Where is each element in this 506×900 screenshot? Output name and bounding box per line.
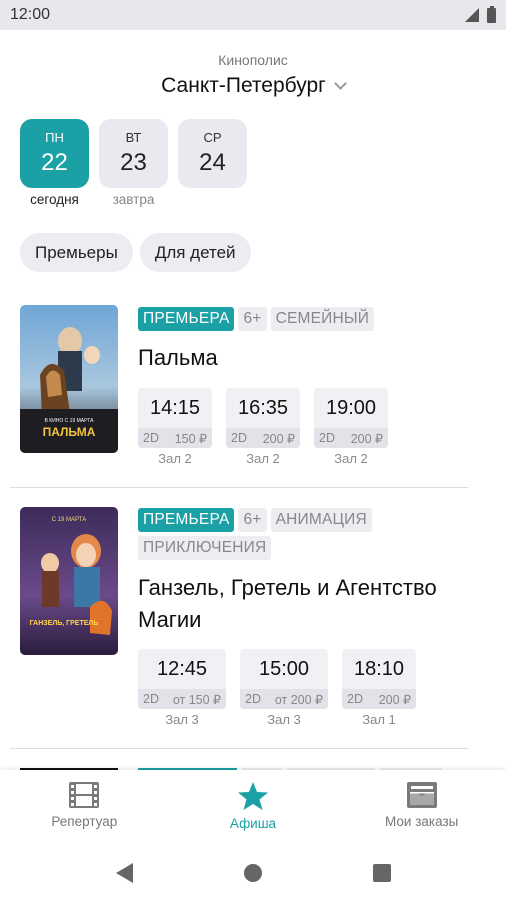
day-caption: завтра — [112, 192, 155, 207]
tag-premiere: ПРЕМЬЕРА — [138, 508, 235, 532]
session-format: 2D — [319, 431, 335, 445]
status-time: 12:00 — [10, 6, 51, 23]
day-weekday: ПН — [45, 130, 64, 145]
day-date: 24 — [199, 149, 226, 176]
nav-label: Афиша — [229, 816, 277, 831]
tag-age: 6+ — [238, 307, 267, 331]
recents-icon[interactable] — [372, 864, 391, 882]
status-bar: 12:00 — [0, 0, 506, 30]
movie-title: Ганзель, Гретель и Агентство Магии — [138, 575, 437, 632]
movie-poster[interactable]: В КИНО С 19 МАРТА ПАЛЬМА — [20, 305, 118, 453]
day-date: 22 — [41, 149, 68, 176]
divider — [10, 748, 468, 749]
poster-title-text: ПАЛЬМА — [43, 425, 96, 439]
session-hall: Зал 2 — [246, 451, 280, 466]
cinema-chain-name: Кинополис — [218, 52, 288, 68]
tag-genre: АНИМАЦИЯ — [270, 508, 372, 532]
chevron-down-icon — [333, 76, 347, 90]
session-item[interactable]: 14:15 2D 150 ₽ Зал 2 — [138, 388, 212, 466]
session-price: 200 ₽ — [262, 431, 295, 446]
session-hall: Зал 2 — [158, 451, 192, 466]
star-icon — [238, 782, 268, 810]
session-format: 2D — [143, 431, 159, 445]
session-list: 12:45 2D от 150 ₽ Зал 3 15:00 2D от 200 ₽ … — [138, 649, 416, 727]
session-time: 19:00 — [325, 396, 377, 419]
system-navigation-bar — [0, 846, 506, 900]
orders-icon — [406, 782, 437, 808]
nav-repertoire[interactable]: Репертуар — [0, 770, 169, 846]
session-format: 2D — [245, 692, 261, 706]
movie-poster[interactable]: С 19 МАРТА ГАНЗЕЛЬ, ГРЕТЕЛЬ — [20, 507, 118, 655]
poster-title-text: ГАНЗЕЛЬ, ГРЕТЕЛЬ — [30, 620, 99, 627]
session-item[interactable]: 18:10 2D 200 ₽ Зал 1 — [342, 649, 416, 727]
day-weekday: ВТ — [125, 130, 142, 145]
day-caption: сегодня — [30, 192, 79, 207]
session-time: 15:00 — [258, 657, 310, 680]
day-item-mon[interactable]: ПН 22 сегодня — [20, 119, 89, 207]
movie-title: Пальма — [138, 345, 218, 370]
session-format: 2D — [143, 692, 159, 706]
nav-afisha[interactable]: Афиша — [169, 770, 338, 846]
nav-label: Репертуар — [51, 814, 118, 829]
poster-release-text: В КИНО С 19 МАРТА — [45, 418, 95, 424]
movie-tags: ПРЕМЬЕРА 6+ СЕМЕЙНЫЙ — [138, 307, 478, 331]
session-item[interactable]: 15:00 2D от 200 ₽ Зал 3 — [240, 649, 328, 727]
session-time: 16:35 — [237, 396, 289, 419]
filter-chips: Премьеры Для детей — [20, 233, 251, 272]
day-item-wed[interactable]: СР 24 — [178, 119, 247, 207]
day-date: 23 — [120, 149, 147, 176]
session-time: 18:10 — [353, 657, 405, 680]
session-list: 14:15 2D 150 ₽ Зал 2 16:35 2D 200 ₽ Зал 2 … — [138, 388, 388, 466]
session-price: 150 ₽ — [174, 431, 207, 446]
back-icon[interactable] — [115, 863, 133, 883]
tag-premiere: ПРЕМЬЕРА — [138, 307, 235, 331]
film-icon — [69, 782, 100, 808]
tag-genre: ПРИКЛЮЧЕНИЯ — [138, 536, 272, 560]
nav-my-orders[interactable]: Мои заказы — [337, 770, 506, 846]
session-format: 2D — [231, 431, 247, 445]
nav-label: Мои заказы — [385, 814, 459, 829]
day-item-tue[interactable]: ВТ 23 завтра — [99, 119, 168, 207]
session-price: 200 ₽ — [378, 692, 411, 707]
session-hall: Зал 2 — [334, 451, 368, 466]
session-time: 14:15 — [149, 396, 201, 419]
session-item[interactable]: 19:00 2D 200 ₽ Зал 2 — [314, 388, 388, 466]
session-time: 12:45 — [156, 657, 208, 680]
poster-date-text: С 19 МАРТА — [52, 517, 87, 523]
battery-icon — [487, 5, 496, 23]
session-hall: Зал 3 — [165, 712, 199, 727]
session-item[interactable]: 16:35 2D 200 ₽ Зал 2 — [226, 388, 300, 466]
session-hall: Зал 1 — [362, 712, 396, 727]
divider — [10, 487, 468, 488]
movie-tags: ПРЕМЬЕРА 6+ АНИМАЦИЯ ПРИКЛЮЧЕНИЯ — [138, 508, 478, 560]
session-hall: Зал 3 — [267, 712, 301, 727]
session-format: 2D — [347, 692, 363, 706]
session-item[interactable]: 12:45 2D от 150 ₽ Зал 3 — [138, 649, 226, 727]
filter-kids[interactable]: Для детей — [139, 233, 251, 272]
tag-age: 6+ — [238, 508, 267, 532]
session-price: от 150 ₽ — [172, 692, 221, 707]
bottom-navigation: Репертуар Афиша Мои заказы — [0, 770, 506, 846]
signal-icon — [465, 8, 479, 22]
city-selector[interactable]: Санкт-Петербург — [0, 74, 506, 98]
session-price: 200 ₽ — [350, 431, 383, 446]
home-icon[interactable] — [243, 864, 262, 882]
city-label: Санкт-Петербург — [161, 74, 326, 97]
tag-genre: СЕМЕЙНЫЙ — [270, 307, 375, 331]
session-price: от 200 ₽ — [274, 692, 323, 707]
day-weekday: СР — [203, 130, 222, 145]
day-selector: ПН 22 сегодня ВТ 23 завтра СР 24 — [20, 119, 247, 207]
filter-premieres[interactable]: Премьеры — [20, 233, 133, 272]
